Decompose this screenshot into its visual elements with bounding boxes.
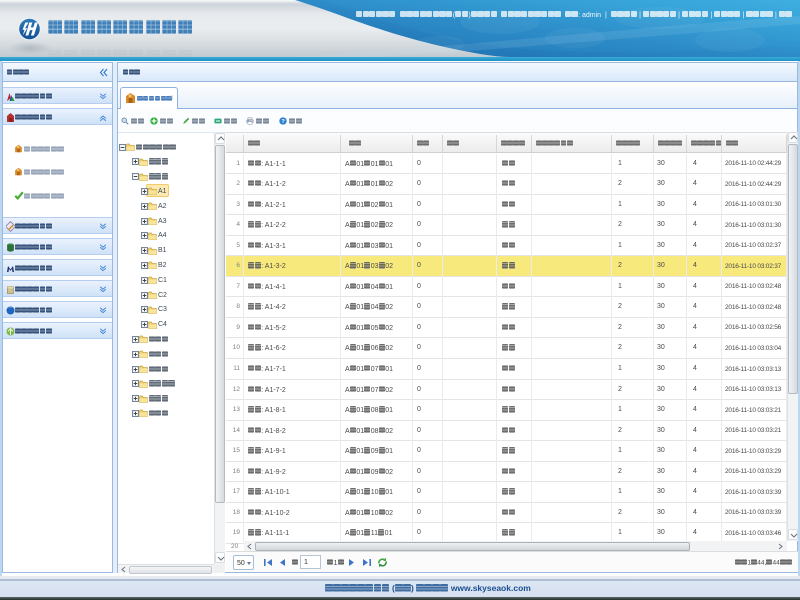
svg-text:?: ? <box>281 119 285 125</box>
